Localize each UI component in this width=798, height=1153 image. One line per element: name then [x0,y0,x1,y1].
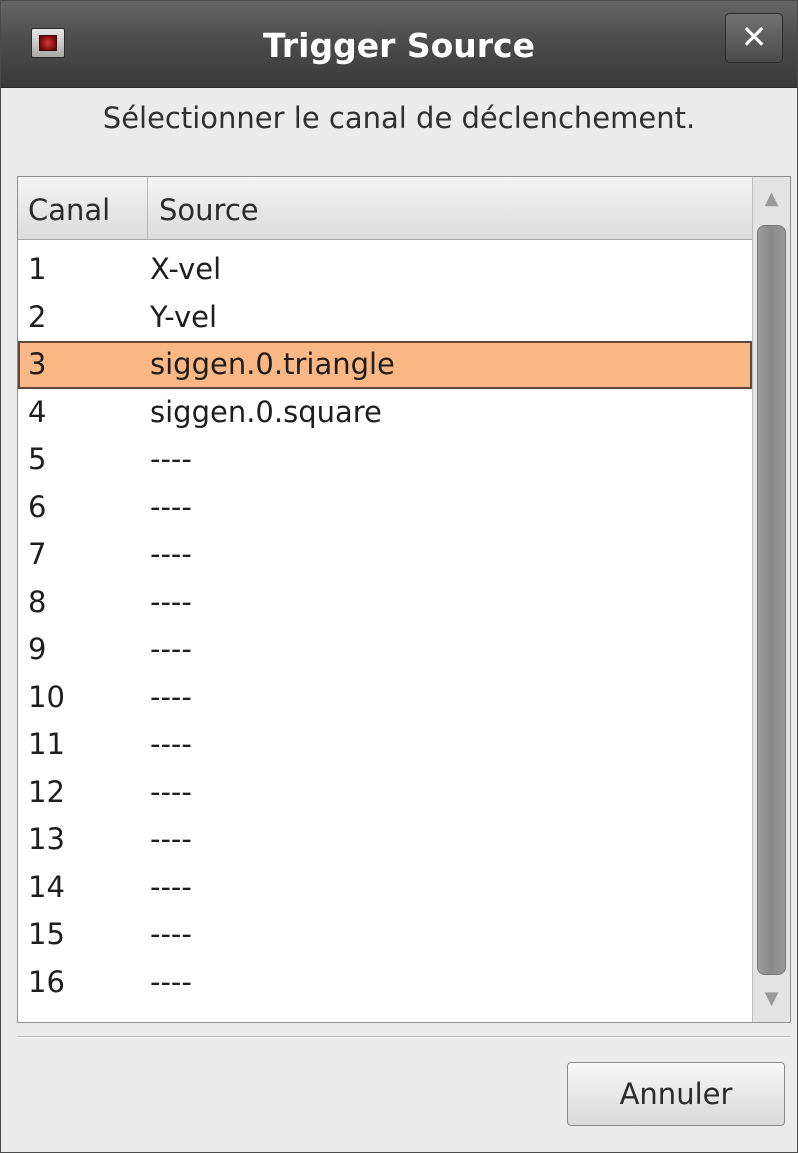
row-canal: 7 [28,537,47,571]
window-title: Trigger Source [262,26,535,65]
table-row[interactable]: 12 ---- [18,769,752,817]
row-source: X-vel [150,252,222,286]
row-canal: 5 [28,442,47,476]
row-canal: 15 [28,917,65,951]
table-row[interactable]: 2 Y-vel [18,294,752,342]
scroll-down-arrow-icon[interactable]: ▼ [753,977,790,1021]
cancel-button[interactable]: Annuler [567,1062,785,1126]
row-source: ---- [150,774,192,809]
table-row[interactable]: 3 siggen.0.triangle [18,341,752,389]
row-canal: 16 [28,964,65,999]
scrollbar-thumb[interactable] [757,225,786,975]
row-source: siggen.0.triangle [150,347,395,381]
table-header: Canal Source [18,177,752,240]
prompt-label: Sélectionner le canal de déclenchement. [102,101,696,135]
row-canal: 6 [28,489,47,524]
row-canal: 1 [28,252,47,286]
row-source: ---- [150,489,192,524]
table-row[interactable]: 4 siggen.0.square [18,389,752,437]
table-row[interactable]: 9 ---- [18,626,752,674]
table-row[interactable]: 15 ---- [18,911,752,959]
table-row[interactable]: 13 ---- [18,816,752,864]
row-canal: 8 [28,584,47,619]
table-row[interactable]: 14 ---- [18,864,752,912]
row-source: ---- [150,679,192,714]
table-row[interactable]: 16 ---- [18,959,752,1007]
table-row[interactable]: 1 X-vel [18,246,752,294]
row-source: ---- [150,917,192,951]
row-source: siggen.0.square [150,394,382,429]
channel-list: Canal Source 1 X-vel 2 Y-vel 3 siggen.0.trian… [17,176,791,1023]
column-header-canal[interactable]: Canal [18,177,148,239]
column-header-source[interactable]: Source [149,177,751,239]
dialog-window: Trigger Source ✕ Sélectionner le canal d… [0,0,798,1153]
table-body: 1 X-vel 2 Y-vel 3 siggen.0.triangle 4 siggen.0.… [18,246,752,1006]
table-row[interactable]: 5 ---- [18,436,752,484]
row-source: ---- [150,964,192,999]
row-canal: 4 [28,394,47,429]
table-row[interactable]: 11 ---- [18,721,752,769]
table-row[interactable]: 10 ---- [18,674,752,722]
row-source: ---- [150,442,192,476]
row-source: ---- [150,727,192,761]
row-canal: 11 [28,727,65,761]
vertical-scrollbar[interactable]: ▲ ▼ [752,177,790,1022]
row-canal: 13 [28,822,65,856]
row-canal: 12 [28,774,65,809]
row-canal: 14 [28,869,65,904]
row-canal: 3 [28,347,47,381]
row-source: ---- [150,822,192,856]
row-source: ---- [150,537,192,571]
row-canal: 2 [28,299,47,334]
table-row[interactable]: 6 ---- [18,484,752,532]
close-icon: ✕ [740,18,768,56]
row-source: ---- [150,632,192,666]
row-canal: 9 [28,632,47,666]
row-source: Y-vel [150,299,218,334]
close-button[interactable]: ✕ [725,13,783,63]
row-source: ---- [150,584,192,619]
table-row[interactable]: 7 ---- [18,531,752,579]
title-bar[interactable]: Trigger Source ✕ [1,1,797,88]
row-source: ---- [150,869,192,904]
table-row[interactable]: 8 ---- [18,579,752,627]
row-canal: 10 [28,679,65,714]
separator [17,1036,791,1038]
scroll-up-arrow-icon[interactable]: ▲ [753,177,790,221]
